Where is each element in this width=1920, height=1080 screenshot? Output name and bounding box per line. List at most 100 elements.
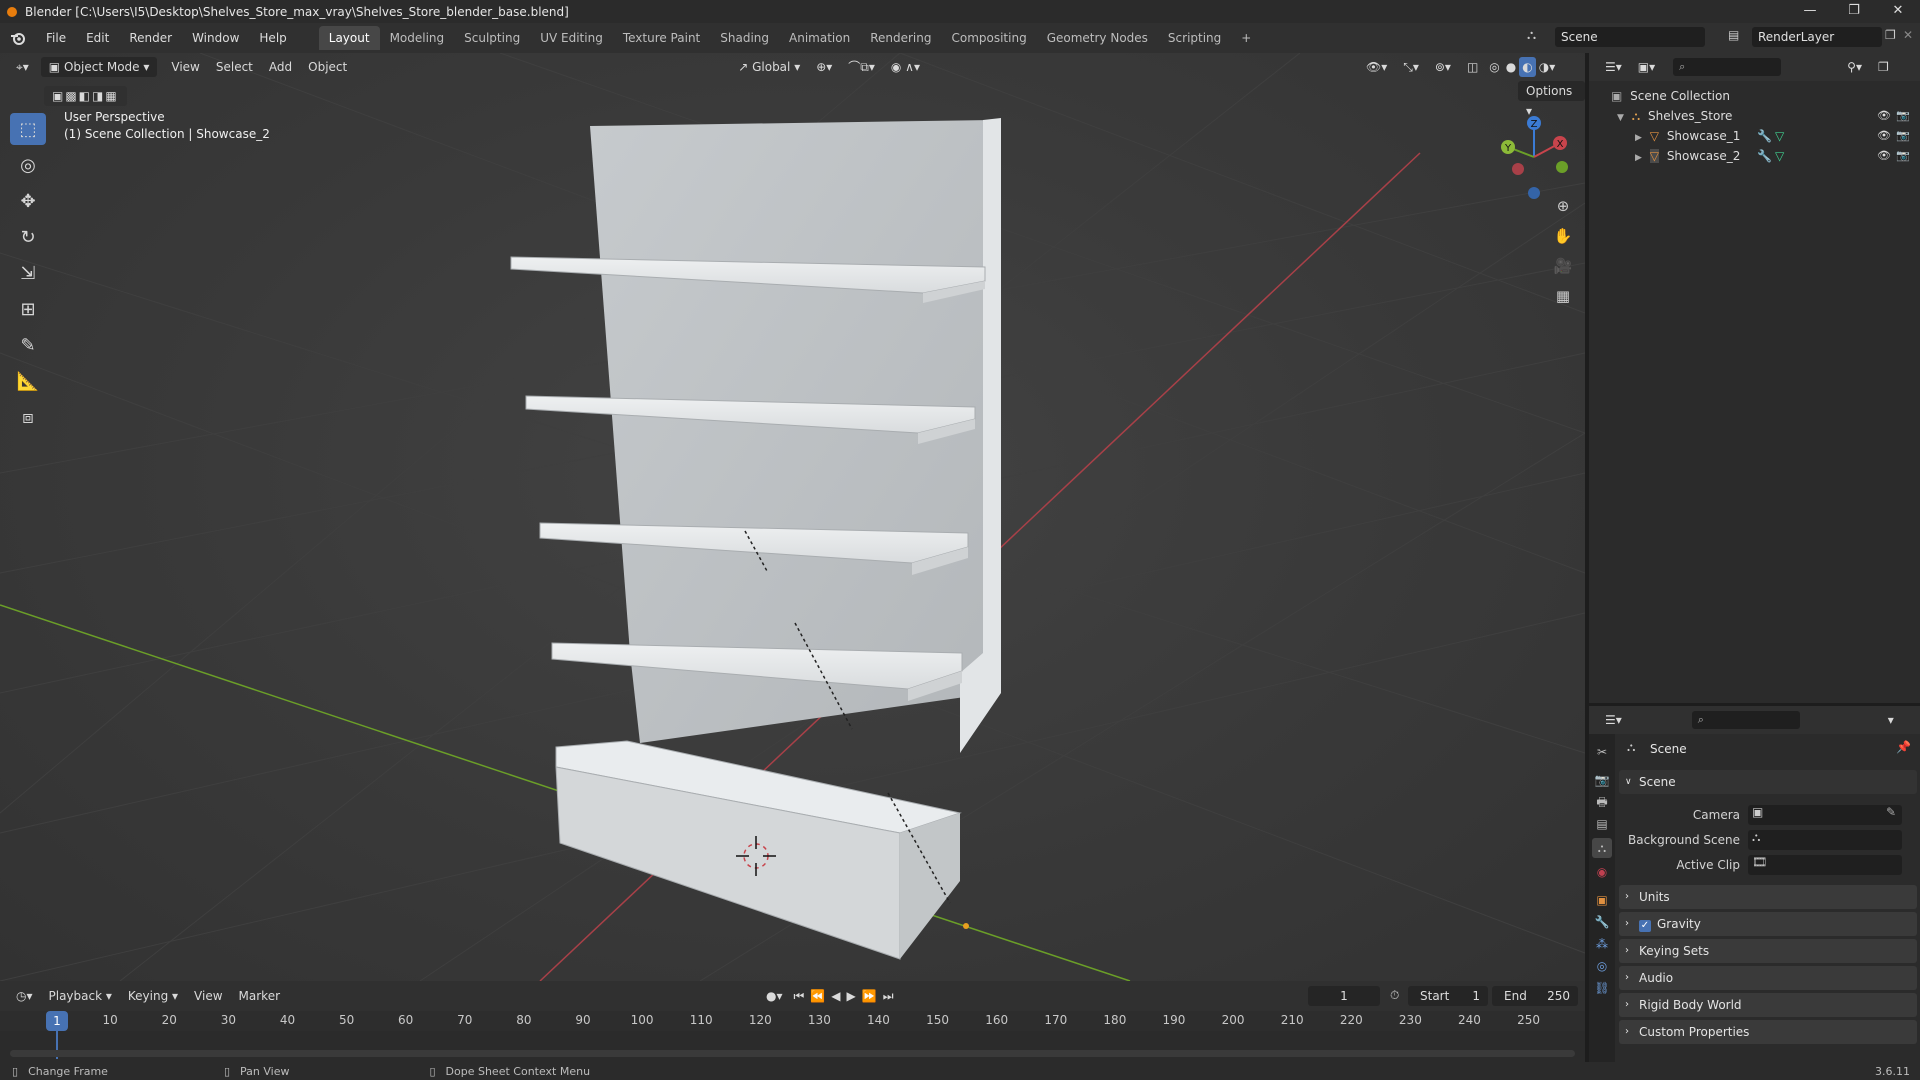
expand-arrow-icon[interactable]: ▼ bbox=[1617, 113, 1624, 123]
display-mode-icon[interactable]: ▣▾ bbox=[1630, 57, 1663, 77]
object-row-showcase-1[interactable]: ▶ ▽ Showcase_1 🔧 ▽ 👁 📷 bbox=[1589, 126, 1920, 146]
mesh-data-icon[interactable]: ▽ bbox=[1775, 146, 1784, 166]
tab-rendering[interactable]: Rendering bbox=[860, 26, 941, 50]
start-frame-field[interactable]: Start 1 bbox=[1408, 986, 1488, 1006]
select-box-tool[interactable]: ⬚ bbox=[10, 113, 46, 145]
jump-end-icon[interactable]: ⏭ bbox=[880, 986, 897, 1006]
pan-hand-icon[interactable]: ✋ bbox=[1550, 223, 1576, 249]
scale-tool[interactable]: ⇲ bbox=[10, 257, 46, 289]
menu-help[interactable]: Help bbox=[249, 23, 296, 53]
view-layer-field[interactable]: RenderLayer bbox=[1752, 27, 1882, 47]
visibility-eye-icon[interactable]: 👁 bbox=[1877, 126, 1891, 146]
mesh-data-icon[interactable]: ▽ bbox=[1775, 126, 1784, 146]
modifier-tab-icon[interactable]: 🔧 bbox=[1592, 912, 1612, 932]
playback-menu[interactable]: Playback ▾ bbox=[41, 986, 120, 1006]
menu-object[interactable]: Object bbox=[300, 57, 355, 77]
end-frame-field[interactable]: End 250 bbox=[1492, 986, 1578, 1006]
menu-file[interactable]: File bbox=[36, 23, 76, 53]
menu-select[interactable]: Select bbox=[208, 57, 261, 77]
outliner-editor-icon[interactable]: ☰▾ bbox=[1597, 57, 1630, 77]
tab-compositing[interactable]: Compositing bbox=[941, 26, 1036, 50]
transform-orientation-dropdown[interactable]: ↗ Global ▾ bbox=[730, 57, 808, 77]
cursor-tool[interactable]: ◎ bbox=[10, 149, 46, 181]
camera-field[interactable]: ▣ ✎ bbox=[1748, 805, 1902, 825]
outliner-search-input[interactable]: ⌕ bbox=[1673, 58, 1782, 76]
tab-modeling[interactable]: Modeling bbox=[380, 26, 455, 50]
navigation-gizmo[interactable]: Z X Y bbox=[1490, 113, 1580, 203]
object-mode-dropdown[interactable]: ▣ Object Mode ▾ bbox=[40, 56, 158, 77]
gizmo-toggle-icon[interactable]: ⤡▾ bbox=[1395, 57, 1427, 77]
visibility-eye-icon[interactable]: 👁 bbox=[1877, 146, 1891, 166]
physics-tab-icon[interactable]: ◎ bbox=[1592, 956, 1612, 976]
properties-search-input[interactable]: ⌕ bbox=[1691, 711, 1800, 729]
close-button[interactable]: ✕ bbox=[1876, 0, 1920, 23]
add-workspace-button[interactable]: + bbox=[1231, 26, 1261, 50]
options-dropdown[interactable]: Options ▾ bbox=[1518, 81, 1585, 118]
editor-type-icon[interactable]: ⌖▾ bbox=[8, 57, 37, 77]
object-row-showcase-2[interactable]: ▶ ▽ Showcase_2 🔧 ▽ 👁 📷 bbox=[1589, 146, 1920, 166]
snap-icon[interactable]: ⌒⧉▾ bbox=[840, 57, 883, 77]
preview-range-icon[interactable]: ⏱ bbox=[1390, 988, 1399, 1003]
keying-menu[interactable]: Keying ▾ bbox=[120, 986, 186, 1006]
properties-editor-icon[interactable]: ☰▾ bbox=[1597, 710, 1630, 730]
shading-solid-icon[interactable]: ● bbox=[1503, 57, 1519, 77]
render-camera-icon[interactable]: 📷 bbox=[1896, 106, 1910, 126]
filter-icon[interactable]: ⚲▾ bbox=[1839, 57, 1870, 77]
scene-panel-header[interactable]: ∨ Scene bbox=[1619, 770, 1917, 794]
jump-key-forward-icon[interactable]: ⏩ bbox=[859, 986, 880, 1006]
tab-uv-editing[interactable]: UV Editing bbox=[530, 26, 613, 50]
rotate-tool[interactable]: ↻ bbox=[10, 221, 46, 253]
overlays-toggle-icon[interactable]: ⊚▾ bbox=[1427, 57, 1459, 77]
tool-tab-icon[interactable]: ✂ bbox=[1592, 742, 1612, 762]
visibility-selectability-icon[interactable]: 👁▾ bbox=[1358, 57, 1395, 77]
jump-key-back-icon[interactable]: ⏪ bbox=[807, 986, 828, 1006]
tab-scripting[interactable]: Scripting bbox=[1158, 26, 1231, 50]
background-scene-field[interactable]: ⛬ bbox=[1748, 830, 1902, 850]
object-tab-icon[interactable]: ▣ bbox=[1592, 890, 1612, 910]
render-camera-icon[interactable]: 📷 bbox=[1896, 146, 1910, 166]
collection-row[interactable]: ▼ ⛬ Shelves_Store 👁 📷 bbox=[1589, 106, 1920, 126]
camera-view-icon[interactable]: 🎥 bbox=[1550, 253, 1576, 279]
modifier-wrench-icon[interactable]: 🔧 bbox=[1757, 146, 1772, 166]
scene-name-field[interactable]: Scene bbox=[1555, 27, 1705, 47]
scene-selector-icon[interactable]: ⛬ bbox=[1527, 28, 1536, 43]
maximize-button[interactable]: ❐ bbox=[1832, 0, 1876, 23]
jump-start-icon[interactable]: ⏮ bbox=[791, 986, 808, 1006]
minimize-button[interactable]: — bbox=[1788, 0, 1832, 23]
ortho-toggle-icon[interactable]: ▦ bbox=[1550, 283, 1576, 309]
tab-layout[interactable]: Layout bbox=[318, 26, 380, 50]
new-view-layer-icon[interactable]: ❐ bbox=[1885, 28, 1896, 42]
3d-viewport[interactable]: ⌖▾ ▣ Object Mode ▾ View Select Add Objec… bbox=[0, 53, 1585, 981]
proportional-editing-icon[interactable]: ◉ ∧▾ bbox=[883, 57, 928, 77]
play-reverse-icon[interactable]: ◀ bbox=[828, 986, 843, 1006]
keying-sets-panel[interactable]: › Keying Sets bbox=[1619, 939, 1917, 963]
playhead[interactable]: 1 bbox=[46, 1011, 68, 1031]
menu-add[interactable]: Add bbox=[261, 57, 300, 77]
gravity-checkbox[interactable]: ✓ bbox=[1639, 920, 1651, 932]
expand-arrow-icon[interactable]: ▶ bbox=[1635, 133, 1642, 143]
menu-edit[interactable]: Edit bbox=[76, 23, 119, 53]
timeline-scrollbar[interactable] bbox=[10, 1050, 1575, 1057]
view-menu[interactable]: View bbox=[186, 986, 230, 1006]
particles-tab-icon[interactable]: ⁂ bbox=[1592, 934, 1612, 954]
eyedropper-icon[interactable]: ✎ bbox=[1886, 805, 1896, 819]
visibility-eye-icon[interactable]: 👁 bbox=[1877, 106, 1891, 126]
shading-wireframe-icon[interactable]: ◎ bbox=[1486, 57, 1502, 77]
play-icon[interactable]: ▶ bbox=[844, 986, 859, 1006]
blender-menu-icon[interactable] bbox=[10, 30, 26, 46]
timeline-editor[interactable]: ◷▾ Playback ▾ Keying ▾ View Marker ●▾ ⏮ … bbox=[0, 981, 1585, 1062]
tab-geometry-nodes[interactable]: Geometry Nodes bbox=[1037, 26, 1158, 50]
move-tool[interactable]: ✥ bbox=[10, 185, 46, 217]
render-camera-icon[interactable]: 📷 bbox=[1896, 126, 1910, 146]
xray-toggle-icon[interactable]: ◫ bbox=[1459, 57, 1486, 77]
audio-panel[interactable]: › Audio bbox=[1619, 966, 1917, 990]
rigid-body-world-panel[interactable]: › Rigid Body World bbox=[1619, 993, 1917, 1017]
tab-texture-paint[interactable]: Texture Paint bbox=[613, 26, 710, 50]
transform-tool[interactable]: ⊞ bbox=[10, 293, 46, 325]
shading-rendered-icon[interactable]: ◑▾ bbox=[1536, 57, 1559, 77]
zoom-icon[interactable]: ⊕ bbox=[1550, 193, 1576, 219]
add-cube-tool[interactable]: ⧈ bbox=[10, 401, 46, 433]
shelf-model[interactable] bbox=[0, 53, 1585, 981]
pin-icon[interactable]: 📌 bbox=[1896, 740, 1911, 754]
select-mode-buttons[interactable]: ▣▩◧◨▦ bbox=[44, 86, 127, 106]
